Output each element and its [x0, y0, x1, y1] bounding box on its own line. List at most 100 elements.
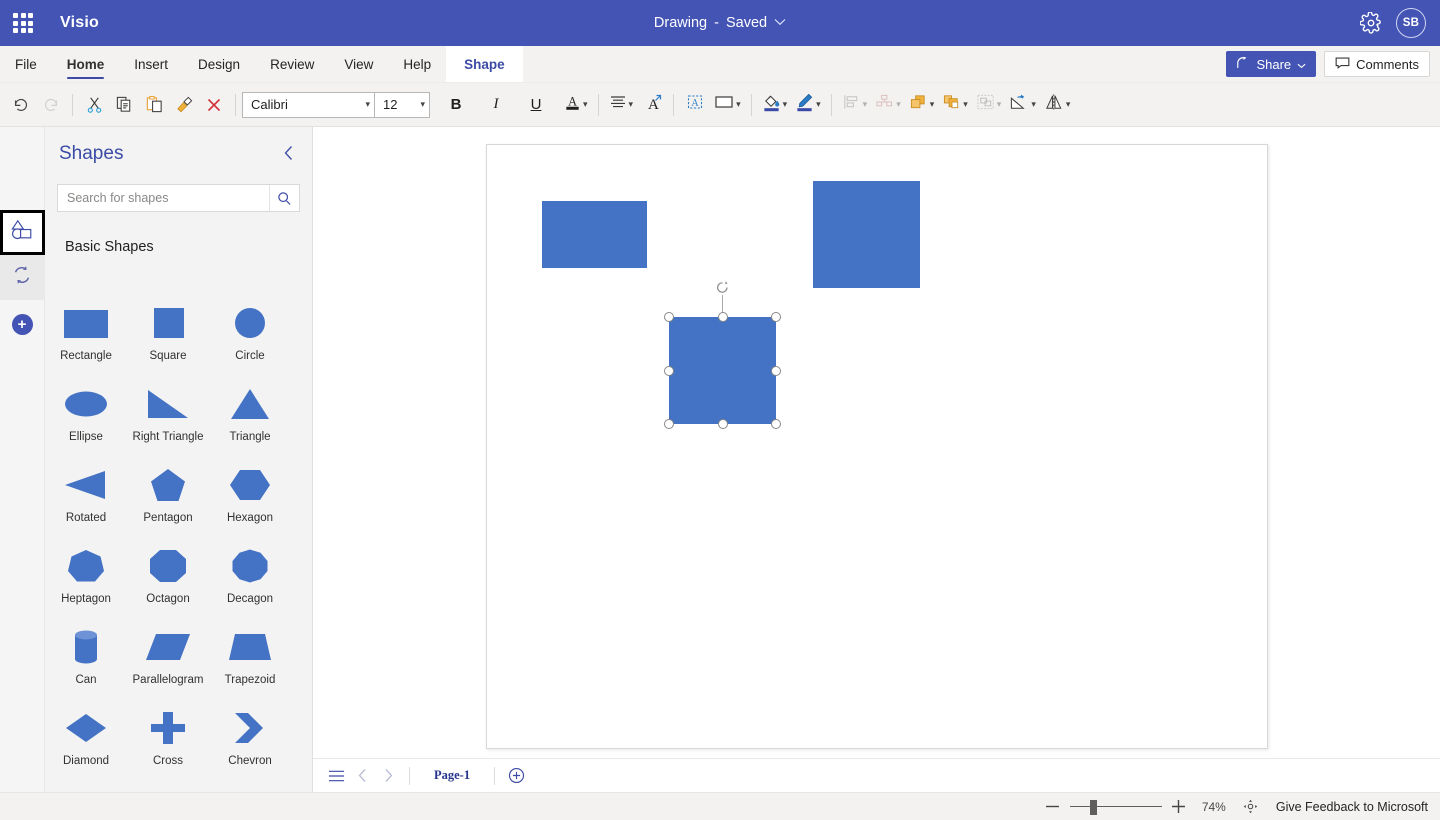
shapes-row: Rectangle Square Circle — [45, 295, 312, 376]
flip-button[interactable]: ▾ — [1040, 90, 1075, 120]
tab-design[interactable]: Design — [183, 46, 255, 82]
shape-label: Can — [75, 674, 97, 686]
resize-handle-middle-right[interactable] — [771, 365, 781, 376]
rotate-handle-icon[interactable] — [715, 280, 730, 295]
zoom-level[interactable]: 74% — [1192, 800, 1236, 814]
paste-icon[interactable] — [139, 90, 169, 120]
page-list-icon[interactable] — [323, 763, 349, 789]
shape-item-trapezoid[interactable]: Trapezoid — [209, 619, 291, 700]
bold-button[interactable]: B — [442, 91, 470, 119]
scissors-icon[interactable] — [79, 90, 109, 120]
send-to-back-button[interactable]: ▾ — [938, 90, 972, 120]
flip-icon — [1044, 93, 1064, 116]
shape-item-hexagon[interactable]: Hexagon — [209, 457, 291, 538]
resize-handle-bottom-left[interactable] — [664, 419, 674, 429]
shape-item-rotated[interactable]: Rotated — [45, 457, 127, 538]
shape-item-triangle[interactable]: Triangle — [209, 376, 291, 457]
fill-button[interactable]: ▾ — [758, 90, 792, 120]
tab-review[interactable]: Review — [255, 46, 329, 82]
shape-item-chevron[interactable]: Chevron — [209, 700, 291, 781]
shape-box-button[interactable]: ▾ — [710, 90, 745, 120]
copy-icon[interactable] — [109, 90, 139, 120]
align-shapes-button[interactable]: ▾ — [838, 90, 872, 120]
next-page-button[interactable] — [375, 763, 401, 789]
format-painter-icon[interactable] — [169, 90, 199, 120]
rectangle-shape-1[interactable] — [542, 201, 647, 268]
comments-button[interactable]: Comments — [1324, 51, 1430, 77]
shape-item-square[interactable]: Square — [127, 295, 209, 376]
avatar[interactable]: SB — [1396, 8, 1426, 38]
resize-handle-top-center[interactable] — [717, 312, 728, 322]
shapes-row: Can Parallelogram Trapezoid — [45, 619, 312, 700]
shape-item-circle[interactable]: Circle — [209, 295, 291, 376]
chevron-down-icon: ▾ — [963, 99, 968, 109]
resize-handle-top-left[interactable] — [664, 312, 674, 322]
rail-item-more-shapes[interactable] — [0, 255, 45, 300]
resize-handle-bottom-right[interactable] — [771, 419, 781, 429]
tab-insert[interactable]: Insert — [119, 46, 183, 82]
position-button[interactable]: ▾ — [871, 90, 905, 120]
zoom-slider-thumb[interactable] — [1089, 799, 1097, 815]
tab-file[interactable]: File — [0, 46, 52, 82]
font-family-select[interactable]: Calibri ▾ — [242, 91, 374, 118]
plus-circle-icon[interactable] — [503, 763, 529, 789]
text-block-button[interactable]: A — [680, 90, 710, 120]
fit-to-page-icon[interactable] — [1236, 799, 1266, 814]
tab-help[interactable]: Help — [388, 46, 446, 82]
shape-item-rectangle[interactable]: Rectangle — [45, 295, 127, 376]
search-icon[interactable] — [269, 185, 299, 211]
shape-item-can[interactable]: Can — [45, 619, 127, 700]
square-shape-1[interactable] — [813, 181, 920, 288]
autofit-text-button[interactable]: A — [637, 90, 667, 120]
zoom-slider[interactable] — [1069, 796, 1162, 818]
resize-handle-middle-left[interactable] — [664, 365, 674, 376]
font-color-button[interactable]: A ▾ — [560, 90, 592, 120]
line-button[interactable]: ▾ — [791, 90, 825, 120]
shape-label: Rotated — [65, 512, 107, 524]
shape-item-ellipse[interactable]: Ellipse — [45, 376, 127, 457]
shape-item-right-triangle[interactable]: Right Triangle — [127, 376, 209, 457]
shape-item-parallelogram[interactable]: Parallelogram — [127, 619, 209, 700]
resize-handle-top-right[interactable] — [771, 312, 781, 322]
square-shape-selected[interactable] — [669, 317, 776, 424]
tab-home[interactable]: Home — [52, 46, 120, 82]
shape-item-octagon[interactable]: Octagon — [127, 538, 209, 619]
shape-item-heptagon[interactable]: Heptagon — [45, 538, 127, 619]
page-tab-page-1[interactable]: Page-1 — [418, 768, 486, 783]
shape-item-diamond[interactable]: Diamond — [45, 700, 127, 781]
rail-item-basic-shapes[interactable] — [0, 210, 45, 255]
redo-icon[interactable] — [36, 90, 66, 120]
underline-button[interactable]: U — [522, 91, 550, 119]
chevron-down-icon[interactable] — [774, 17, 786, 29]
rotate-button[interactable]: ▾ — [1005, 90, 1040, 120]
search-input[interactable] — [58, 185, 269, 211]
parallelogram-icon — [142, 624, 194, 670]
shape-item-decagon[interactable]: Decagon — [209, 538, 291, 619]
shapes-panel: Shapes Basic Shapes — [45, 127, 313, 820]
font-size-select[interactable]: 12 ▾ — [374, 91, 430, 118]
tab-shape[interactable]: Shape — [446, 46, 523, 82]
resize-handle-bottom-center[interactable] — [717, 419, 728, 429]
share-button[interactable]: Share — [1226, 51, 1317, 77]
drawing-canvas[interactable] — [313, 127, 1440, 820]
group-button[interactable]: ▾ — [972, 90, 1006, 120]
red-x-delete-icon[interactable] — [199, 90, 229, 120]
app-name: Visio — [60, 14, 99, 31]
chevron-left-icon[interactable] — [279, 143, 298, 168]
page-sheet[interactable] — [486, 144, 1268, 749]
tab-view[interactable]: View — [329, 46, 388, 82]
zoom-in-button[interactable] — [1166, 796, 1192, 818]
previous-page-button[interactable] — [349, 763, 375, 789]
bring-to-front-button[interactable]: ▾ — [905, 90, 939, 120]
plus-circle-icon[interactable]: + — [11, 314, 33, 335]
italic-button[interactable]: I — [482, 91, 510, 119]
shape-item-cross[interactable]: Cross — [127, 700, 209, 781]
app-launcher-grid-icon[interactable] — [13, 13, 33, 33]
paragraph-align-button[interactable]: ▾ — [605, 90, 638, 120]
shape-item-pentagon[interactable]: Pentagon — [127, 457, 209, 538]
zoom-out-button[interactable] — [1040, 796, 1066, 818]
gear-icon[interactable] — [1359, 11, 1382, 34]
feedback-link[interactable]: Give Feedback to Microsoft — [1276, 800, 1428, 814]
undo-icon[interactable] — [6, 90, 36, 120]
chevron-down-icon: ▾ — [1031, 99, 1036, 109]
